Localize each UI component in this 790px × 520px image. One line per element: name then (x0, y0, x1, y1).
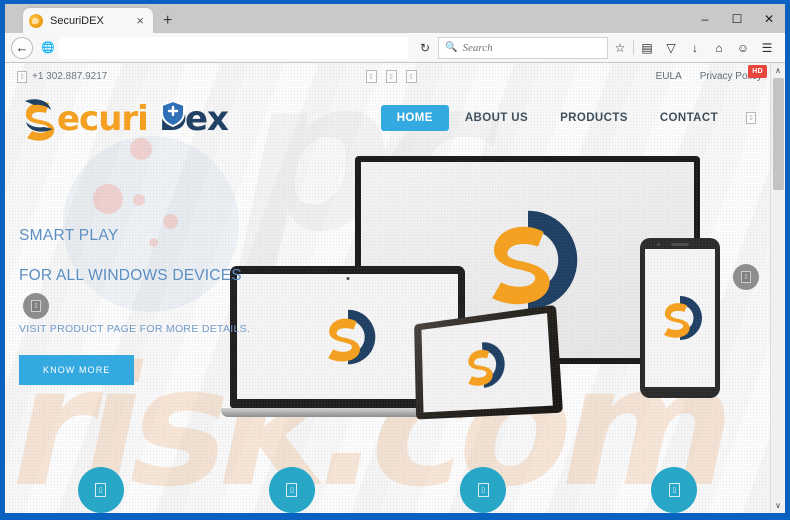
securidex-s-logo-icon (472, 204, 584, 316)
securidex-s-logo-icon (458, 337, 508, 393)
browser-tab[interactable]: SecuriDEX × (23, 8, 153, 33)
hamburger-menu-icon[interactable]: ☰ (755, 36, 779, 60)
feature-circle-3[interactable]: ▯ (460, 467, 506, 513)
globe-icon[interactable]: 🌐 (39, 39, 57, 57)
site-navigation: HOME ABOUT US PRODUCTS CONTACT ▯ (381, 105, 760, 131)
downloads-icon[interactable]: ↓ (683, 36, 707, 60)
social-icon-group: ▯ ▯ ▯ (366, 70, 417, 83)
svg-text:ecuri: ecuri (57, 99, 148, 139)
window-controls: – ☐ ✕ (689, 4, 785, 33)
hero-copy: SMART PLAY FOR ALL WINDOWS DEVICES ▯ VIS… (19, 227, 289, 385)
toolbar-icon-group: ☆ ▤ ▽ ↓ ⌂ ☺ ☰ (608, 36, 779, 60)
feature-col-2: ▯ (196, 467, 387, 513)
bookmark-star-icon[interactable]: ☆ (608, 36, 632, 60)
site-header: ecuri D ex HOME ABOUT US (5, 90, 770, 146)
back-arrow-icon[interactable]: ← (11, 37, 33, 59)
tablet-mockup (414, 305, 563, 420)
securidex-favicon-icon (29, 14, 43, 28)
feature-4-broken-image-icon: ▯ (669, 483, 680, 497)
url-input[interactable] (59, 37, 408, 59)
browser-toolbar: ← 🌐 ↻ 🔍 ☆ ▤ ▽ ↓ ⌂ ☺ ☰ (5, 33, 785, 63)
hero-badge-circle[interactable]: ▯ (23, 293, 49, 319)
hero-description: VISIT PRODUCT PAGE FOR MORE DETAILS. (19, 323, 289, 335)
pocket-icon[interactable]: ▽ (659, 36, 683, 60)
tablet-screen (422, 313, 553, 412)
securidex-s-logo-icon (655, 293, 705, 343)
reload-icon[interactable]: ↻ (412, 37, 438, 59)
close-tab-icon[interactable]: × (133, 14, 147, 27)
feature-circle-1[interactable]: ▯ (78, 467, 124, 513)
hero-title: SMART PLAY (19, 227, 289, 245)
securidex-s-logo-icon (317, 306, 379, 368)
scroll-up-arrow-icon[interactable]: ∧ (771, 63, 786, 78)
hero-section: SMART PLAY FOR ALL WINDOWS DEVICES ▯ VIS… (5, 146, 770, 498)
scroll-down-arrow-icon[interactable]: ∨ (771, 498, 786, 513)
tab-title: SecuriDEX (50, 15, 133, 27)
nav-contact[interactable]: CONTACT (644, 105, 734, 131)
device-mockups: ▯ (255, 146, 770, 498)
social-twitter-icon[interactable]: ▯ (386, 70, 397, 83)
phone-speaker (671, 243, 689, 246)
smiley-feedback-icon[interactable]: ☺ (731, 36, 755, 60)
side-broken-image-icon: ▯ (741, 271, 751, 283)
hero-dot-2 (133, 194, 145, 206)
maximize-button[interactable]: ☐ (721, 4, 753, 33)
feature-col-1: ▯ (5, 467, 196, 513)
scrollbar-track[interactable] (771, 78, 786, 498)
browser-window-inner: SecuriDEX × + – ☐ ✕ ← 🌐 ↻ 🔍 ☆ ▤ (5, 4, 785, 513)
phone-screen (645, 249, 715, 387)
feature-circle-row: ▯ ▯ ▯ ▯ (5, 469, 770, 513)
nav-broken-image-icon[interactable]: ▯ (746, 112, 756, 124)
svg-text:ex: ex (185, 99, 229, 139)
know-more-button[interactable]: KNOW MORE (19, 355, 134, 385)
feature-3-broken-image-icon: ▯ (478, 483, 489, 497)
nav-about-us[interactable]: ABOUT US (449, 105, 544, 131)
video-download-badge[interactable]: HD (748, 65, 767, 78)
feature-circle-2[interactable]: ▯ (269, 467, 315, 513)
toolbar-divider (633, 40, 634, 55)
phone-broken-image-icon: ▯ (17, 71, 27, 83)
hero-dot-1 (93, 184, 123, 214)
hero-broken-image-icon: ▯ (31, 300, 41, 312)
eula-link[interactable]: EULA (656, 71, 682, 82)
hero-subtitle: FOR ALL WINDOWS DEVICES (19, 267, 289, 285)
social-facebook-icon[interactable]: ▯ (366, 70, 377, 83)
new-tab-button[interactable]: + (163, 13, 172, 29)
nav-home[interactable]: HOME (381, 105, 449, 131)
securidex-logo-icon: ecuri D ex (19, 95, 251, 141)
search-input[interactable] (462, 42, 601, 54)
page-scrollbar[interactable]: ∧ ∨ (770, 63, 785, 513)
site-logo[interactable]: ecuri D ex (19, 95, 251, 141)
website-content: pc risk.com ▯ +1 302.887.9217 ▯ ▯ ▯ EULA (5, 63, 770, 513)
feature-col-3: ▯ (388, 467, 579, 513)
social-googleplus-icon[interactable]: ▯ (406, 70, 417, 83)
laptop-camera-dot (346, 277, 349, 280)
tab-strip: SecuriDEX × + – ☐ ✕ (5, 4, 785, 33)
smartphone-mockup (640, 238, 720, 398)
search-box[interactable]: 🔍 (438, 37, 608, 59)
scrollbar-thumb[interactable] (773, 78, 784, 190)
minimize-button[interactable]: – (689, 4, 721, 33)
feature-col-4: ▯ (579, 467, 770, 513)
feature-circle-4[interactable]: ▯ (651, 467, 697, 513)
home-icon[interactable]: ⌂ (707, 36, 731, 60)
feature-2-broken-image-icon: ▯ (286, 483, 297, 497)
phone-number[interactable]: +1 302.887.9217 (32, 71, 107, 82)
reader-view-icon[interactable]: ▤ (635, 36, 659, 60)
page-viewport: pc risk.com ▯ +1 302.887.9217 ▯ ▯ ▯ EULA (5, 63, 785, 513)
site-topbar: ▯ +1 302.887.9217 ▯ ▯ ▯ EULA Privacy Pol… (5, 63, 770, 90)
nav-products[interactable]: PRODUCTS (544, 105, 644, 131)
phone-block: ▯ +1 302.887.9217 (17, 71, 107, 83)
close-window-button[interactable]: ✕ (753, 4, 785, 33)
topbar-links: EULA Privacy Policy (656, 71, 762, 82)
feature-1-broken-image-icon: ▯ (95, 483, 106, 497)
phone-camera-dot (657, 243, 660, 246)
browser-window: SecuriDEX × + – ☐ ✕ ← 🌐 ↻ 🔍 ☆ ▤ (0, 0, 790, 520)
hero-side-badge-circle[interactable]: ▯ (733, 264, 759, 290)
search-icon: 🔍 (445, 42, 457, 53)
